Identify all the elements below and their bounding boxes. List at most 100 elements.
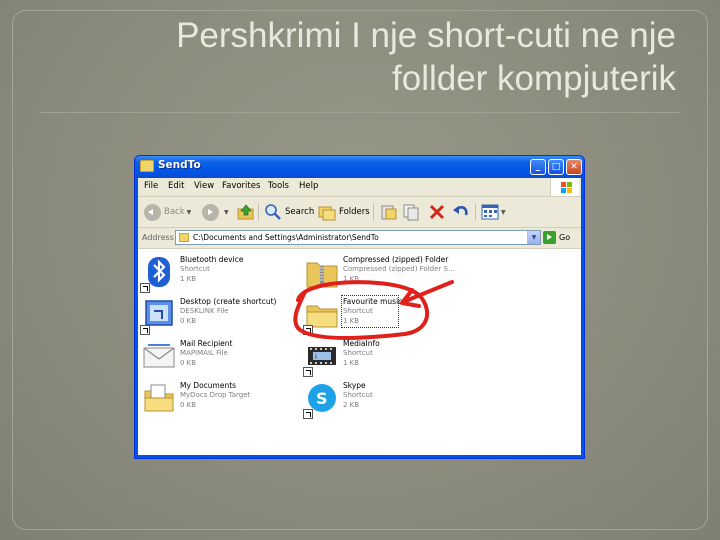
up-folder-button[interactable]: [237, 202, 255, 222]
shortcut-arrow-icon: [303, 367, 313, 377]
close-button[interactable]: ✕: [566, 159, 582, 175]
window-title: SendTo: [158, 159, 201, 171]
up-folder-icon: [237, 204, 254, 220]
toolbar: Back ▼ ▼ Search Folders ▼: [138, 197, 581, 228]
views-icon: [481, 204, 499, 220]
shortcut-arrow-icon: [140, 283, 150, 293]
file-type: Shortcut: [343, 349, 373, 357]
go-arrow-icon: [543, 231, 556, 244]
move-to-icon: [381, 205, 397, 220]
window-titlebar[interactable]: SendTo _ □ ✕: [135, 156, 584, 178]
file-item-skype[interactable]: S Skype Shortcut 2 KB: [303, 379, 463, 419]
back-arrow-icon: [144, 203, 161, 221]
file-type: Compressed (zipped) Folder S...: [343, 265, 455, 273]
file-size: 0 KB: [180, 359, 197, 367]
file-item-mail-recipient[interactable]: Mail Recipient MAPIMAIL File 0 KB: [140, 337, 300, 377]
minimize-button[interactable]: _: [530, 159, 546, 175]
menu-tools[interactable]: Tools: [268, 181, 289, 191]
window-client: File Edit View Favorites Tools Help Back…: [138, 178, 581, 455]
views-button[interactable]: ▼: [481, 202, 506, 222]
slide-title-line-1: Pershkrimi I nje short-cuti ne nje: [176, 16, 676, 55]
menu-edit[interactable]: Edit: [168, 181, 184, 191]
slide-title-line-2: follder kompjuterik: [392, 59, 676, 98]
slide-title: Pershkrimi I nje short-cuti ne nje folld…: [56, 14, 676, 100]
search-button[interactable]: Search: [264, 202, 314, 222]
file-item-compressed-zipped-folder[interactable]: Compressed (zipped) Folder Compressed (z…: [303, 253, 463, 293]
address-input[interactable]: C:\Documents and Settings\Administrator\…: [175, 230, 541, 245]
file-name: MediaInfo: [343, 339, 380, 348]
toolbar-separator: [475, 203, 476, 221]
address-label: Address: [142, 233, 174, 242]
address-dropdown-button[interactable]: ▼: [527, 231, 540, 244]
file-item-favourite-music[interactable]: Favourite music Shortcut 1 KB: [303, 295, 463, 335]
windows-logo-icon: [550, 178, 579, 196]
file-name: Compressed (zipped) Folder: [343, 255, 449, 264]
maximize-button[interactable]: □: [548, 159, 564, 175]
menu-favorites[interactable]: Favorites: [222, 181, 260, 191]
forward-button[interactable]: ▼: [202, 202, 229, 222]
svg-text:i: i: [315, 353, 317, 361]
svg-text:S: S: [316, 389, 328, 408]
search-label: Search: [285, 207, 315, 217]
menu-file[interactable]: File: [144, 181, 158, 191]
file-item-mediainfo[interactable]: i MediaInfo Shortcut 1 KB: [303, 337, 463, 377]
file-name: Skype: [343, 381, 366, 390]
zip-folder-icon: [306, 262, 338, 288]
folder-icon: [140, 160, 154, 172]
title-divider: [40, 112, 680, 113]
back-label: Back: [164, 207, 185, 217]
file-item-bluetooth-device[interactable]: Bluetooth device Shortcut 1 KB: [140, 253, 300, 293]
file-size: 1 KB: [343, 359, 360, 367]
back-button[interactable]: Back ▼: [144, 202, 191, 222]
toolbar-separator: [258, 203, 259, 221]
file-size: 1 KB: [180, 275, 197, 283]
chevron-down-icon: ▼: [501, 208, 506, 216]
undo-icon: [453, 205, 468, 216]
file-type: MyDocs Drop Target: [180, 391, 251, 399]
file-size: 2 KB: [343, 401, 360, 409]
chevron-down-icon: ▼: [224, 208, 229, 216]
file-name: My Documents: [180, 381, 237, 390]
folders-icon: [318, 206, 336, 221]
shortcut-arrow-icon: [140, 325, 150, 335]
copy-to-button[interactable]: [402, 202, 420, 222]
file-type: Shortcut: [343, 391, 373, 399]
file-size: 0 KB: [180, 317, 197, 325]
folders-label: Folders: [339, 207, 370, 217]
file-item-my-documents[interactable]: My Documents MyDocs Drop Target 0 KB: [140, 379, 300, 419]
search-icon: [265, 204, 281, 220]
delete-button[interactable]: [428, 202, 446, 222]
explorer-window: SendTo _ □ ✕ File Edit View Favorites To…: [134, 155, 585, 459]
file-type: Shortcut: [180, 265, 210, 273]
menu-help[interactable]: Help: [299, 181, 318, 191]
shortcut-arrow-icon: [303, 325, 313, 335]
forward-arrow-icon: [202, 203, 219, 221]
mail-icon: [143, 344, 175, 368]
menu-bar: File Edit View Favorites Tools Help: [138, 178, 581, 197]
file-type: Shortcut: [343, 307, 373, 315]
go-button[interactable]: Go: [543, 231, 570, 244]
menu-view[interactable]: View: [194, 181, 214, 191]
toolbar-separator: [373, 203, 374, 221]
file-type: MAPIMAIL File: [180, 349, 228, 357]
address-bar: Address C:\Documents and Settings\Admini…: [138, 228, 581, 249]
file-item-desktop-create-shortcut[interactable]: Desktop (create shortcut) DESKLINK File …: [140, 295, 300, 335]
folders-button[interactable]: Folders: [318, 202, 370, 222]
file-list: Bluetooth device Shortcut 1 KB Compresse…: [138, 249, 581, 455]
file-name: Favourite music: [343, 297, 403, 306]
file-size: 1 KB: [343, 317, 360, 325]
file-type: DESKLINK File: [180, 307, 229, 315]
file-name: Bluetooth device: [180, 255, 244, 264]
file-name: Desktop (create shortcut): [180, 297, 277, 306]
chevron-down-icon: ▼: [186, 208, 192, 216]
undo-button[interactable]: [452, 202, 470, 222]
address-value: C:\Documents and Settings\Administrator\…: [193, 233, 379, 242]
folder-icon: [179, 233, 189, 242]
file-size: 1 KB: [343, 275, 360, 283]
move-to-button[interactable]: [380, 202, 398, 222]
shortcut-arrow-icon: [303, 409, 313, 419]
my-documents-icon: [144, 384, 174, 412]
copy-to-icon: [403, 204, 419, 221]
file-name: Mail Recipient: [180, 339, 233, 348]
delete-icon: [429, 204, 445, 220]
